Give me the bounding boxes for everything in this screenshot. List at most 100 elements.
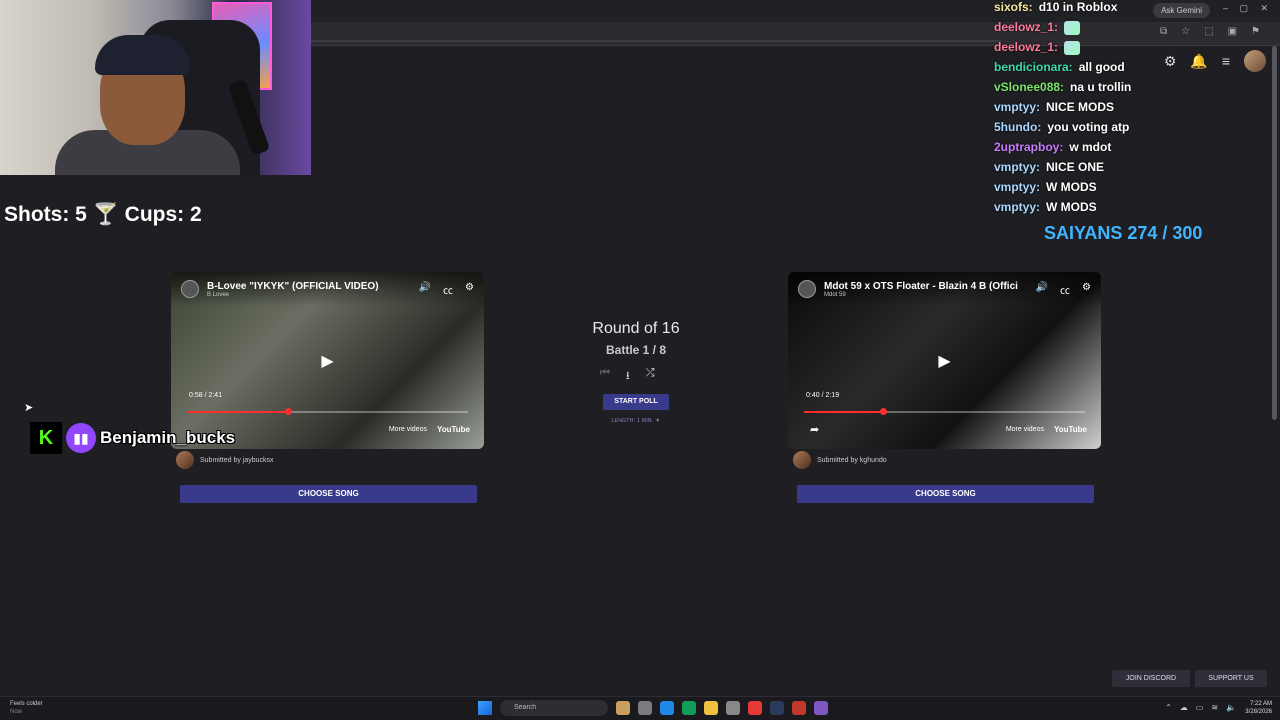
chat-message: vSlonee088: na u trollin (994, 80, 1280, 100)
captions-icon[interactable]: ㏄ (443, 282, 453, 297)
start-poll-button[interactable]: START POLL (603, 394, 669, 410)
volume-icon[interactable]: 🔊 (419, 282, 431, 297)
chat-message: vmptyy: W MODS (994, 180, 1280, 200)
submitted-by-text: Submitted by kghundo (817, 456, 887, 464)
progress-knob[interactable] (879, 408, 887, 415)
chat-username[interactable]: bendicionara: (994, 60, 1073, 74)
video-header: B-Lovee "IYKYK" (OFFICIAL VIDEO) B Lovee… (171, 272, 484, 306)
chat-message: deelowz_1: (994, 40, 1280, 60)
more-videos-link[interactable]: More videos (1006, 426, 1044, 433)
chat-message: 5hundo: you voting atp (994, 120, 1280, 140)
chat-text: d10 in Roblox (1038, 0, 1118, 14)
discord-icon[interactable] (814, 701, 828, 715)
video-time: 0:40 / 2:19 (806, 392, 840, 399)
volume-tray-icon[interactable]: 🔈 (1226, 703, 1236, 712)
battle-controls: ⏮ ⭳ ⤮ (600, 367, 655, 386)
app-icon[interactable] (682, 701, 696, 715)
chat-username[interactable]: vmptyy: (994, 200, 1040, 214)
weather-widget[interactable]: Feels colder Now (10, 700, 43, 716)
taskbar-search[interactable]: Search (500, 700, 608, 716)
chat-message: bendicionara: all good (994, 60, 1280, 80)
chat-username[interactable]: 5hundo: (994, 120, 1041, 134)
chat-overlay: sixofs: d10 in Roblox deelowz_1: deelowz_1:… (994, 0, 1280, 220)
chrome-icon[interactable] (748, 701, 762, 715)
chat-username[interactable]: sixofs: (994, 0, 1033, 14)
edge-icon[interactable] (660, 701, 674, 715)
chat-username[interactable]: deelowz_1: (994, 20, 1058, 34)
chat-message: vmptyy: NICE ONE (994, 160, 1280, 180)
video-footer: More videos YouTube (1006, 425, 1087, 434)
chevron-up-icon[interactable]: ⌃ (1165, 703, 1172, 712)
share-icon[interactable]: ➦ (810, 423, 819, 436)
choose-song-right-button[interactable]: CHOOSE SONG (797, 485, 1094, 503)
weather-sub: Now (10, 709, 23, 715)
chat-username[interactable]: vSlonee088: (994, 80, 1064, 94)
captions-icon[interactable]: ㏄ (1060, 282, 1070, 297)
streamer-beanie (95, 35, 190, 75)
volume-icon[interactable]: 🔊 (1036, 282, 1048, 297)
play-icon[interactable]: ▶ (938, 351, 950, 371)
chat-message: sixofs: d10 in Roblox (994, 0, 1280, 20)
submitter-avatar (793, 451, 811, 469)
download-icon[interactable]: ⭳ (626, 367, 630, 386)
clock-time: 7:22 AM (1249, 701, 1272, 707)
choose-song-left-button[interactable]: CHOOSE SONG (180, 485, 477, 503)
chat-text: NICE MODS (1046, 100, 1115, 114)
progress-bar[interactable] (187, 408, 468, 415)
video-title[interactable]: Mdot 59 x OTS Floater - Blazin 4 B (Offi… (824, 281, 1028, 292)
submitted-by-right: Submitted by kghundo (793, 451, 887, 469)
progress-fill (804, 411, 883, 413)
cloud-icon[interactable]: ☁ (1180, 703, 1188, 712)
app-icon-2[interactable] (792, 701, 806, 715)
progress-bar[interactable] (804, 408, 1085, 415)
chat-username[interactable]: deelowz_1: (994, 40, 1058, 54)
poll-length-select[interactable]: LENGTH: 1 MIN. ▼ (596, 418, 676, 424)
video-player-right[interactable]: Mdot 59 x OTS Floater - Blazin 4 B (Offi… (788, 272, 1101, 449)
taskbar-clock[interactable]: 7:22 AM 3/28/2026 (1245, 700, 1272, 716)
wifi-icon[interactable]: ≋ (1211, 703, 1218, 712)
chat-text: you voting atp (1047, 120, 1130, 134)
emote-icon (1064, 20, 1081, 35)
settings-app-icon[interactable] (726, 701, 740, 715)
windows-start-icon[interactable] (478, 701, 492, 715)
chat-message: 2uptrapboy: w mdot (994, 140, 1280, 160)
chat-username[interactable]: vmptyy: (994, 160, 1040, 174)
widget-app-icon[interactable] (616, 701, 630, 715)
chat-text: W MODS (1046, 200, 1097, 214)
channel-avatar[interactable] (181, 280, 199, 298)
youtube-logo[interactable]: YouTube (1054, 425, 1087, 434)
youtube-logo[interactable]: YouTube (437, 425, 470, 434)
battle-counter: Battle 1 / 8 (605, 343, 667, 357)
support-us-button[interactable]: SUPPORT US (1195, 670, 1267, 687)
join-discord-button[interactable]: JOIN DISCORD (1112, 670, 1190, 687)
mouse-cursor-icon: ➤ (24, 402, 34, 414)
chat-message: vmptyy: NICE MODS (994, 100, 1280, 120)
clock-date: 3/28/2026 (1245, 709, 1272, 715)
play-icon[interactable]: ▶ (321, 351, 333, 371)
file-explorer-icon[interactable] (704, 701, 718, 715)
progress-knob[interactable] (285, 408, 293, 415)
round-title: Round of 16 (592, 320, 680, 337)
video-time: 0:58 / 2:41 (189, 392, 223, 399)
more-videos-link[interactable]: More videos (389, 426, 427, 433)
settings-icon[interactable]: ⚙ (1082, 282, 1091, 297)
shuffle-icon[interactable]: ⤮ (646, 367, 655, 386)
twitch-logo-icon: ▮▮ (66, 423, 96, 453)
taskbar-apps: Search (478, 700, 828, 716)
channel-avatar[interactable] (798, 280, 816, 298)
video-channel[interactable]: Mdot 59 (824, 292, 1028, 298)
steam-icon[interactable] (770, 701, 784, 715)
monitor-icon[interactable]: ▭ (1196, 703, 1204, 712)
chat-username[interactable]: vmptyy: (994, 180, 1040, 194)
video-title[interactable]: B-Lovee "IYKYK" (OFFICIAL VIDEO) (207, 281, 411, 292)
video-channel[interactable]: B Lovee (207, 292, 411, 298)
task-view-icon[interactable] (638, 701, 652, 715)
chat-username[interactable]: vmptyy: (994, 100, 1040, 114)
chat-message: vmptyy: W MODS (994, 200, 1280, 220)
settings-icon[interactable]: ⚙ (465, 282, 474, 297)
windows-taskbar: Feels colder Now Search ⌃ ☁ ▭ ≋ 🔈 7:22 A… (0, 696, 1280, 720)
chat-text: all good (1078, 60, 1125, 74)
previous-icon[interactable]: ⏮ (600, 367, 610, 386)
submitted-by-text: Submitted by jaybucksx (200, 456, 274, 464)
chat-username[interactable]: 2uptrapboy: (994, 140, 1063, 154)
